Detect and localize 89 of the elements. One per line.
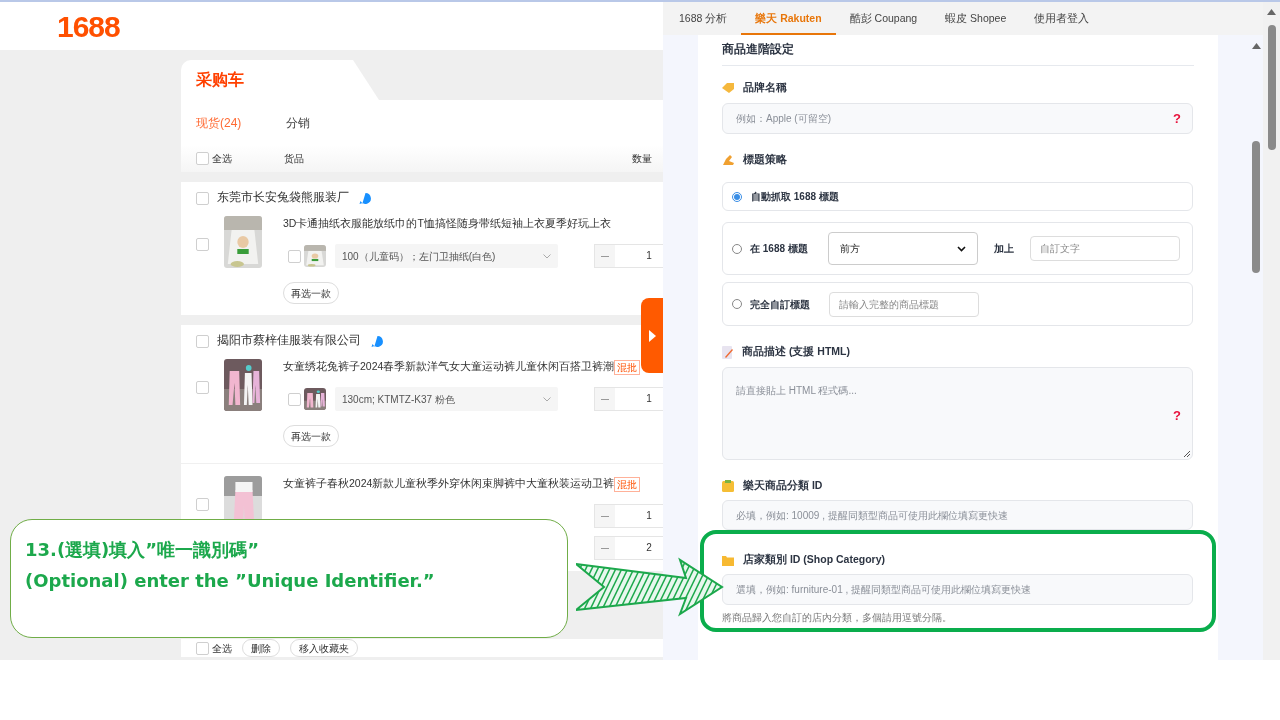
checkbox[interactable] <box>196 498 209 511</box>
field-label: 樂天商品分類 ID <box>743 478 823 494</box>
custom-title-input[interactable]: 請輸入完整的商品標題 <box>829 291 979 317</box>
store-name[interactable]: 东莞市长安兔袋熊服装厂 <box>217 189 349 207</box>
chat-icon[interactable] <box>371 334 384 348</box>
resize-handle-icon[interactable] <box>1183 450 1190 457</box>
checkbox[interactable] <box>196 152 209 165</box>
quantity-stepper[interactable]: 1 <box>594 504 663 528</box>
clipboard-icon <box>722 480 734 492</box>
placeholder-text: 選填，例如: furniture-01 , 提醒同類型商品可使用此欄位填寫更快速 <box>736 583 1032 597</box>
option-label: 完全自訂標題 <box>750 297 811 312</box>
scrollbar-thumb[interactable] <box>1252 141 1260 273</box>
option-label: 在 1688 標題 <box>750 242 809 256</box>
hint-text: 將商品歸入您自訂的店內分類，多個請用逗號分隔。 <box>722 611 953 625</box>
field-label: 商品描述 (支援 HTML) <box>742 344 850 360</box>
chevron-down-icon <box>543 396 551 402</box>
position-select[interactable]: 前方 <box>828 232 978 265</box>
option-card[interactable]: 自動抓取 1688 標題 <box>722 182 1193 211</box>
quantity-value: 1 <box>645 509 653 523</box>
checkbox[interactable] <box>196 334 209 348</box>
option-card[interactable]: 在 1688 標題 前方 加上 自訂文字 <box>722 222 1193 275</box>
option-label: 自動抓取 1688 標題 <box>751 190 839 204</box>
scrollbar[interactable] <box>1263 2 1280 660</box>
placeholder-text: 必填，例如: 10009 , 提醒同類型商品可使用此欄位填寫更快速 <box>736 508 1008 523</box>
folder-icon <box>722 554 734 566</box>
option-card[interactable]: 完全自訂標題 請輸入完整的商品標題 <box>722 282 1193 326</box>
select-all-label: 全选 <box>212 641 232 656</box>
checkbox[interactable] <box>196 238 209 251</box>
quantity-stepper[interactable]: 1 <box>594 387 663 411</box>
quantity-stepper[interactable]: 1 <box>594 244 663 268</box>
radio-button[interactable] <box>732 243 742 254</box>
help-mark[interactable]: ? <box>1173 406 1181 426</box>
reselect-button[interactable]: 再选一款 <box>283 425 339 447</box>
triangle-right-icon <box>648 329 656 342</box>
product-title[interactable]: 女童裤子春秋2024新款儿童秋季外穿休闲束脚裤中大童秋装运动卫裤 <box>283 476 615 492</box>
panel-tab[interactable]: 1688 分析 <box>665 2 742 35</box>
cart-tab[interactable]: 分销 <box>286 113 311 132</box>
chevron-down-icon <box>543 253 551 259</box>
radio-button[interactable] <box>732 191 742 202</box>
option-label: 加上 <box>994 242 1014 256</box>
minus-icon[interactable] <box>595 388 615 410</box>
select-all-label: 全选 <box>212 152 232 166</box>
placeholder-text: 例如：Apple (可留空) <box>736 112 831 126</box>
store-name[interactable]: 揭阳市蔡梓佳服装有限公司 <box>217 332 361 350</box>
panel-toggle-button[interactable] <box>641 298 663 373</box>
mixed-batch-tag: 混批 <box>614 359 641 375</box>
product-title[interactable]: 3D卡通抽纸衣服能放纸巾的T恤搞怪随身带纸短袖上衣夏季好玩上衣 <box>283 216 611 232</box>
checkbox[interactable] <box>196 641 209 655</box>
scrollbar-thumb[interactable] <box>1267 25 1276 150</box>
field-label: 店家類別 ID (Shop Category) <box>743 552 885 568</box>
quantity-value: 1 <box>645 249 653 263</box>
callout-text: 13.(選填)填入”唯一識別碼” <box>25 538 260 562</box>
description-textarea[interactable]: 請直接貼上 HTML 程式碼... ? <box>722 367 1193 460</box>
chat-icon[interactable] <box>359 191 372 205</box>
column-header: 数量 <box>632 152 652 166</box>
field-label: 標題策略 <box>743 152 787 168</box>
panel-tab[interactable]: 蝦皮 Shopee <box>931 2 1021 35</box>
spec-dropdown[interactable]: 130cm; KTMTZ-K37 粉色 <box>335 387 558 411</box>
scroll-up-icon[interactable] <box>1251 43 1261 49</box>
column-header: 货品 <box>284 152 304 166</box>
panel-tab[interactable]: 使用者登入 <box>1020 2 1104 35</box>
cart-title: 采购车 <box>196 70 244 90</box>
radio-button[interactable] <box>732 299 742 309</box>
minus-icon[interactable] <box>595 245 615 267</box>
quantity-value: 2 <box>645 541 653 555</box>
document-icon <box>722 345 733 359</box>
panel-tab[interactable]: 酷彭 Coupang <box>835 2 932 35</box>
checkbox[interactable] <box>196 381 209 394</box>
mixed-batch-tag: 混批 <box>614 476 641 492</box>
spec-dropdown[interactable]: 100（儿童码）；左门卫抽纸(白色) <box>335 244 558 268</box>
field-label: 品牌名稱 <box>743 80 787 96</box>
callout-text: (Optional) enter the ”Unique Identifier.” <box>25 569 436 593</box>
product-title[interactable]: 女童绣花兔裤子2024春季新款洋气女大童运动裤儿童休闲百搭卫裤潮 <box>283 359 615 375</box>
chevron-down-icon <box>957 245 966 252</box>
help-mark[interactable]: ? <box>1173 108 1181 129</box>
brand-input[interactable]: 例如：Apple (可留空) ? <box>722 103 1193 134</box>
custom-text-input[interactable]: 自訂文字 <box>1030 236 1180 261</box>
quantity-value: 1 <box>645 392 653 406</box>
reselect-button[interactable]: 再选一款 <box>283 282 339 304</box>
scroll-up-icon[interactable] <box>1267 9 1276 15</box>
checkbox[interactable] <box>288 392 301 406</box>
minus-icon[interactable] <box>595 537 615 559</box>
checkbox[interactable] <box>288 249 301 263</box>
placeholder-text: 請直接貼上 HTML 程式碼... <box>736 385 857 396</box>
section-title: 商品進階設定 <box>722 42 794 56</box>
tag-icon <box>722 83 734 93</box>
quantity-stepper[interactable]: 2 <box>594 536 663 560</box>
checkbox[interactable] <box>196 191 209 205</box>
minus-icon[interactable] <box>595 505 615 527</box>
